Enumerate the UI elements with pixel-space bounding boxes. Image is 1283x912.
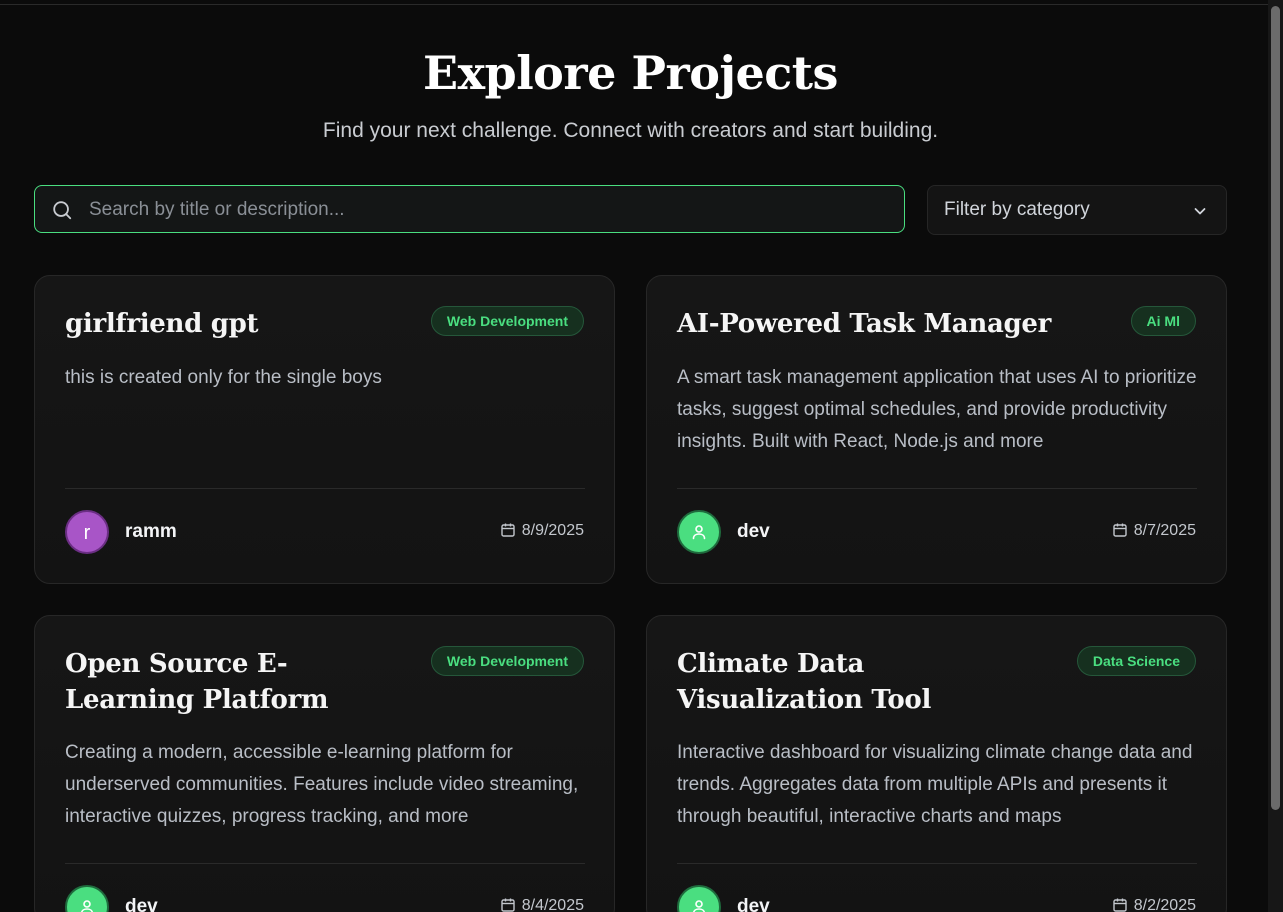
page-title: Explore Projects: [423, 46, 838, 100]
page-subtitle: Find your next challenge. Connect with c…: [322, 119, 939, 142]
project-date: 8/4/2025: [500, 897, 584, 912]
category-badge: Web Development: [430, 646, 584, 676]
user-icon: [80, 900, 94, 912]
project-card[interactable]: Open Source E-Learning Platform Web Deve…: [34, 615, 615, 912]
avatar: [65, 885, 109, 912]
project-description: Creating a modern, accessible e-learning…: [65, 742, 579, 827]
project-card[interactable]: girlfriend gpt Web Development this is c…: [34, 275, 615, 584]
calendar-icon: [1113, 898, 1127, 912]
calendar-icon: [1113, 523, 1127, 537]
date-text: 8/2/2025: [1133, 897, 1196, 912]
calendar-icon: [501, 523, 515, 537]
category-filter-label: Filter by category: [944, 199, 1090, 220]
calendar-icon: [501, 898, 515, 912]
card-divider: [677, 863, 1197, 864]
project-date: 8/7/2025: [1112, 522, 1196, 540]
card-divider: [65, 863, 585, 864]
project-title[interactable]: girlfriend gpt: [65, 306, 405, 342]
user-icon: [692, 900, 706, 912]
avatar: r: [65, 510, 109, 554]
scrollbar[interactable]: [1268, 0, 1283, 912]
author-name: dev: [125, 896, 158, 912]
author-name: dev: [737, 521, 770, 542]
project-title[interactable]: Climate Data Visualization Tool: [677, 646, 1017, 718]
project-date: 8/9/2025: [500, 522, 584, 540]
project-date: 8/2/2025: [1112, 897, 1196, 912]
date-text: 8/9/2025: [521, 522, 584, 539]
category-badge: Web Development: [430, 306, 584, 336]
date-text: 8/7/2025: [1133, 522, 1196, 539]
author-name: ramm: [125, 521, 177, 542]
avatar: [677, 510, 721, 554]
project-title[interactable]: AI-Powered Task Manager: [677, 306, 1097, 342]
project-description: this is created only for the single boys: [65, 367, 382, 388]
avatar: [677, 885, 721, 912]
project-title[interactable]: Open Source E-Learning Platform: [65, 646, 405, 718]
scrollbar-thumb[interactable]: [1271, 6, 1280, 810]
project-description: Interactive dashboard for visualizing cl…: [677, 742, 1193, 827]
search-icon: [53, 201, 72, 220]
chevron-down-icon: [1194, 208, 1206, 215]
category-badge: Ai Ml: [1130, 306, 1196, 336]
card-divider: [677, 488, 1197, 489]
project-description: A smart task management application that…: [677, 367, 1197, 452]
project-card[interactable]: AI-Powered Task Manager Ai Ml A smart ta…: [646, 275, 1227, 584]
card-divider: [65, 488, 585, 489]
category-filter-select[interactable]: Filter by category: [927, 185, 1227, 235]
project-card[interactable]: Climate Data Visualization Tool Data Sci…: [646, 615, 1227, 912]
date-text: 8/4/2025: [521, 897, 584, 912]
search-input[interactable]: [87, 186, 891, 234]
top-border: [0, 0, 1268, 5]
search-box[interactable]: [34, 185, 905, 234]
explore-page: Explore Projects Find your next challeng…: [0, 0, 1268, 912]
author-name: dev: [737, 896, 770, 912]
user-icon: [692, 525, 706, 540]
category-badge: Data Science: [1076, 646, 1196, 676]
